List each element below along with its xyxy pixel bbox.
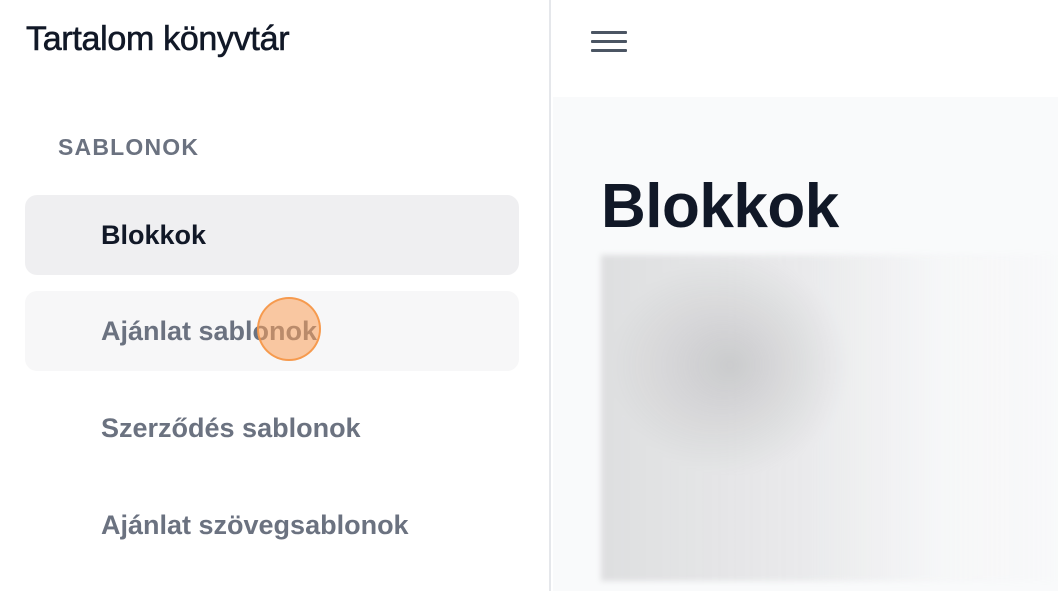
blurred-content-area: [601, 255, 1058, 581]
page-title: Blokkok: [601, 172, 839, 241]
sidebar-item-blocks[interactable]: Blokkok: [25, 195, 519, 275]
section-heading-templates: SABLONOK: [58, 134, 200, 160]
sidebar: Tartalom könyvtár SABLONOK Blokkok Ajánl…: [0, 0, 551, 591]
hamburger-menu-icon[interactable]: [589, 28, 629, 58]
sidebar-item-label: Ajánlat sablonok: [101, 315, 318, 346]
sidebar-item-label: Szerződés sablonok: [101, 412, 361, 443]
top-bar: [553, 0, 1058, 97]
main-content: Blokkok: [553, 97, 1058, 591]
sidebar-title: Tartalom könyvtár: [26, 20, 290, 59]
sidebar-item-label: Blokkok: [101, 219, 207, 250]
sidebar-item-offer-templates[interactable]: Ajánlat sablonok: [25, 291, 519, 371]
sidebar-item-contract-templates[interactable]: Szerződés sablonok: [25, 388, 519, 468]
sidebar-item-label: Ajánlat szövegsablonok: [101, 509, 409, 540]
sidebar-item-offer-text-templates[interactable]: Ajánlat szövegsablonok: [25, 485, 519, 565]
